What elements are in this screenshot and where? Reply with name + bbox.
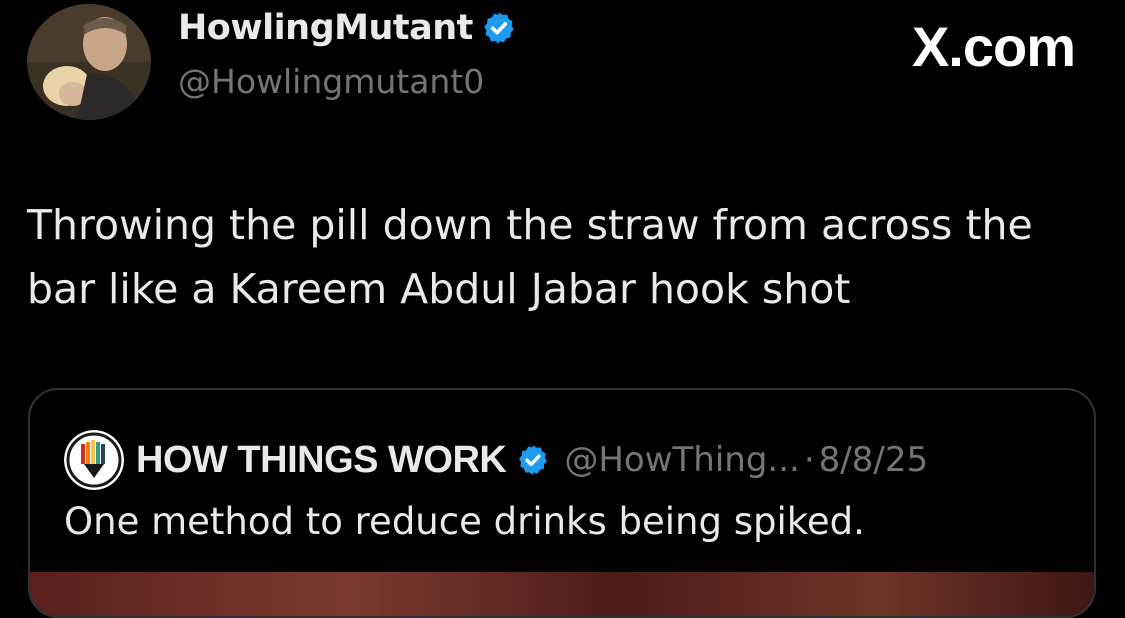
author-handle[interactable]: @Howlingmutant0 [178,62,484,101]
quoted-author-name[interactable]: HOW THINGS WORK [136,439,507,482]
quoted-tweet-media[interactable] [30,572,1094,616]
quoted-tweet-header: HOW THINGS WORK @HowThing... · 8/8/25 [64,430,928,490]
tweet-text: Throwing the pill down the straw from ac… [27,201,1033,313]
how-things-work-logo-icon [64,430,124,490]
quoted-tweet-card[interactable]: HOW THINGS WORK @HowThing... · 8/8/25 On… [28,388,1096,618]
author-avatar[interactable] [27,4,151,120]
site-watermark: X.com [911,15,1076,78]
quoted-date[interactable]: 8/8/25 [819,440,928,480]
author-name-row: HowlingMutant [178,8,517,48]
quoted-author-handle[interactable]: @HowThing... [564,440,800,480]
quoted-tweet-text: One method to reduce drinks being spiked… [64,500,865,543]
quoted-verified-badge-icon [516,443,550,477]
verified-badge-icon [481,10,517,46]
author-display-name[interactable]: HowlingMutant [178,8,473,48]
quoted-author-avatar[interactable] [64,430,124,490]
quoted-separator: · [803,440,815,480]
author-avatar-image [27,4,151,120]
